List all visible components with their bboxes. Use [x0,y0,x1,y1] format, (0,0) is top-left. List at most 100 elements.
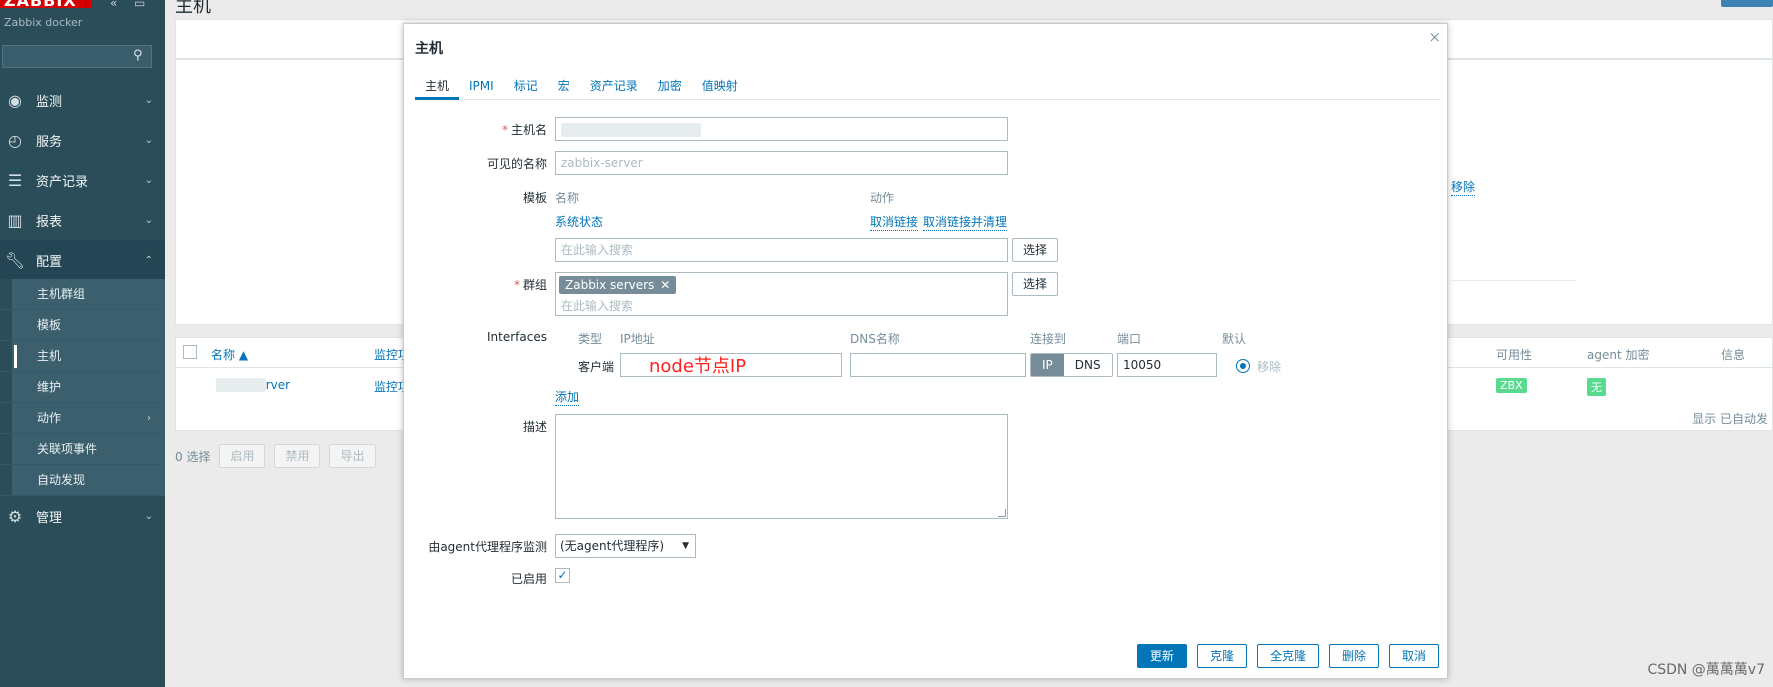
export-button[interactable]: 导出 [329,444,376,468]
sidebar-search-input[interactable]: ⚲ [2,45,152,68]
table-row-host-name[interactable]: xxxxxxxrver [216,378,290,392]
template-select-button[interactable]: 选择 [1012,238,1059,262]
menu-label: 报表 [36,214,63,230]
column-name[interactable]: 名称 ▲ [211,346,248,363]
submenu-maintenance[interactable]: 维护 [0,372,165,403]
table-footer-text: 显示 已自动发 [1692,412,1768,426]
iface-port-header: 端口 [1117,332,1142,346]
required-marker: * [501,123,508,137]
enabled-checkbox[interactable]: ✓ [555,568,570,583]
group-select-button[interactable]: 选择 [1012,272,1059,296]
group-chip: Zabbix servers ✕ [559,276,677,294]
host-dialog: × 主机 主机 IPMI 标记 宏 资产记录 加密 值映射 *主机名 x 可见的… [403,23,1448,679]
hostname-label: * 主机名 [397,121,547,138]
unlink-link[interactable]: 取消链接 [870,213,919,231]
clone-button[interactable]: 克隆 [1196,644,1247,668]
tab-ipmi[interactable]: IPMI [459,76,504,100]
divider [1451,280,1576,281]
groups-label: * 群组 [397,276,547,293]
unlink-and-clear-link[interactable]: 取消链接并清理 [923,213,1008,231]
delete-button[interactable]: 删除 [1328,644,1379,668]
chevron-right-icon: › [147,413,151,424]
iface-remove-link: 移除 [1257,360,1282,374]
enable-button[interactable]: 启用 [219,444,266,468]
templates-label: 模板 [522,191,547,205]
submenu-actions[interactable]: 动作 › [0,403,165,434]
submenu-hosts[interactable]: 主机 [0,341,165,372]
tab-encryption[interactable]: 加密 [648,76,692,100]
filter-remove-link[interactable]: 移除 [1451,178,1476,196]
hostname-input[interactable]: x [555,117,1008,141]
default-interface-radio[interactable] [1236,359,1250,373]
node-ip-annotation: node节点IP [649,356,747,377]
iface-connect-header: 连接到 [1030,332,1067,346]
templates-column-name: 名称 [555,191,580,205]
menu-services[interactable]: ◴ 服务 ⌄ [0,120,165,160]
eye-icon: ◉ [8,90,22,110]
remove-chip-icon[interactable]: ✕ [660,278,670,292]
chevron-down-icon: ⌄ [144,510,153,522]
menu-monitoring[interactable]: ◉ 监测 ⌄ [0,80,165,120]
redacted-text: x [561,122,701,137]
sidebar: ZABBIX « ▭ Zabbix docker ⚲ ◉ 监测 ⌄ ◴ 服务 ⌄… [0,0,165,687]
wrench-icon: 🔧︎ [4,250,26,270]
dialog-tabs: 主机 IPMI 标记 宏 资产记录 加密 值映射 [415,76,1440,100]
iface-default-header: 默认 [1222,332,1247,346]
description-label: 描述 [522,420,547,434]
configuration-submenu: 主机群组 模板 主机 维护 动作 › 关联项事件 自动发现 [0,279,165,496]
menu-configuration[interactable]: 🔧︎ 配置 ⌃ [0,240,165,280]
group-chip-label: Zabbix servers [565,278,655,292]
mass-actions: 0 选择 启用 禁用 导出 [175,444,376,468]
encryption-badge: 无 [1587,378,1606,396]
menu-inventory[interactable]: ☰ 资产记录 ⌄ [0,160,165,200]
column-encryption: agent 加密 [1587,348,1650,362]
add-interface-link[interactable]: 添加 [555,388,580,406]
kiosk-mode-icon[interactable]: ▭ [134,0,145,10]
tab-inventory[interactable]: 资产记录 [580,76,648,100]
visible-name-input[interactable]: zabbix-server [555,151,1008,175]
cancel-button[interactable]: 取消 [1388,644,1439,668]
zabbix-logo[interactable]: ZABBIX [0,0,92,8]
tab-value-mapping[interactable]: 值映射 [692,76,748,100]
menu-administration[interactable]: ⚙ 管理 ⌄ [0,496,165,536]
templates-column-action: 动作 [870,191,895,205]
submenu-discovery[interactable]: 自动发现 [0,465,165,496]
iface-dns-input[interactable] [850,353,1026,377]
page-title: 主机 [175,0,211,17]
tab-macros[interactable]: 宏 [548,76,580,100]
iface-type-header: 类型 [578,332,603,346]
iface-ip-header: IP地址 [620,332,655,346]
column-info: 信息 [1721,348,1746,362]
disable-button[interactable]: 禁用 [274,444,321,468]
connect-ip-option[interactable]: IP [1031,354,1064,376]
hostname-label-text: 主机名 [510,123,547,137]
template-link[interactable]: 系统状态 [555,213,603,230]
connect-to-toggle[interactable]: IP DNS [1030,353,1113,377]
select-all-checkbox[interactable] [183,345,197,359]
groups-search-placeholder[interactable]: 在此输入搜索 [561,297,633,314]
csdn-watermark: CSDN @萬萬萬v7 [1647,662,1765,678]
bar-chart-icon: ▥ [7,210,23,230]
submenu-event-correlation[interactable]: 关联项事件 [0,434,165,465]
clock-icon: ◴ [8,130,22,150]
connect-dns-option[interactable]: DNS [1064,354,1112,376]
menu-reports[interactable]: ▥ 报表 ⌄ [0,200,165,240]
groups-multiselect[interactable]: Zabbix servers ✕ 在此输入搜索 [555,272,1008,316]
tab-host[interactable]: 主机 [415,76,460,100]
submenu-templates[interactable]: 模板 [0,310,165,341]
proxy-select[interactable]: (无agent代理程序) ▼ [555,534,696,558]
description-textarea[interactable] [555,414,1008,519]
update-button[interactable]: 更新 [1136,644,1187,668]
tab-tags[interactable]: 标记 [504,76,548,100]
collapse-sidebar-icon[interactable]: « [110,0,117,10]
full-clone-button[interactable]: 全克隆 [1256,644,1319,668]
resize-handle-icon[interactable] [998,509,1006,517]
encryption-cell: 无 [1587,378,1606,396]
search-icon[interactable]: ⚲ [133,49,147,63]
iface-dns-header: DNS名称 [850,332,900,346]
submenu-host-groups[interactable]: 主机群组 [0,279,165,310]
create-host-button[interactable] [1721,0,1773,7]
iface-port-input[interactable]: 10050 [1117,353,1217,377]
close-icon[interactable]: × [1428,28,1441,46]
template-search-input[interactable]: 在此输入搜索 [555,238,1008,262]
